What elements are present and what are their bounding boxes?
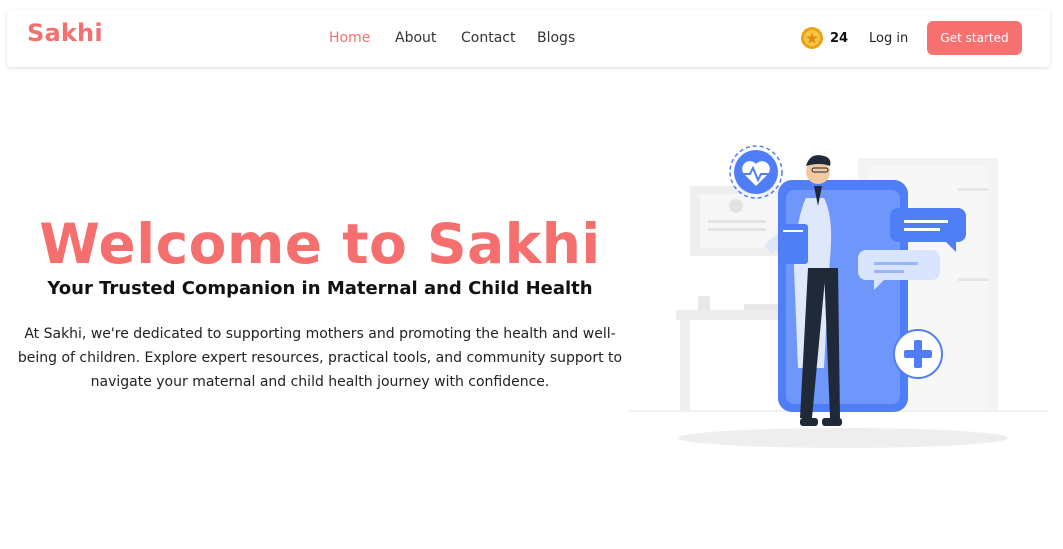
coin-count: 24 — [830, 30, 849, 46]
doctor-illustration — [628, 145, 1048, 448]
hero-subtitle: Your Trusted Companion in Maternal and C… — [47, 278, 593, 299]
hero-title: Welcome to Sakhi — [39, 212, 601, 276]
nav-about-link[interactable]: About — [395, 30, 436, 46]
nav-home-link[interactable]: Home — [329, 30, 370, 46]
nav-blogs-link[interactable]: Blogs — [537, 30, 575, 46]
hero-description: At Sakhi, we're dedicated to supporting … — [17, 326, 623, 390]
floor-shadow — [678, 428, 1008, 448]
brand-logo[interactable]: Sakhi — [27, 19, 103, 47]
navbar: Sakhi Home About Contact Blogs 24 Log in… — [7, 9, 1050, 67]
coin-icon — [801, 27, 823, 49]
login-link[interactable]: Log in — [869, 31, 908, 46]
nav-contact-link[interactable]: Contact — [461, 30, 515, 46]
get-started-button[interactable]: Get started — [927, 21, 1022, 55]
coin-balance[interactable]: 24 — [800, 26, 848, 50]
